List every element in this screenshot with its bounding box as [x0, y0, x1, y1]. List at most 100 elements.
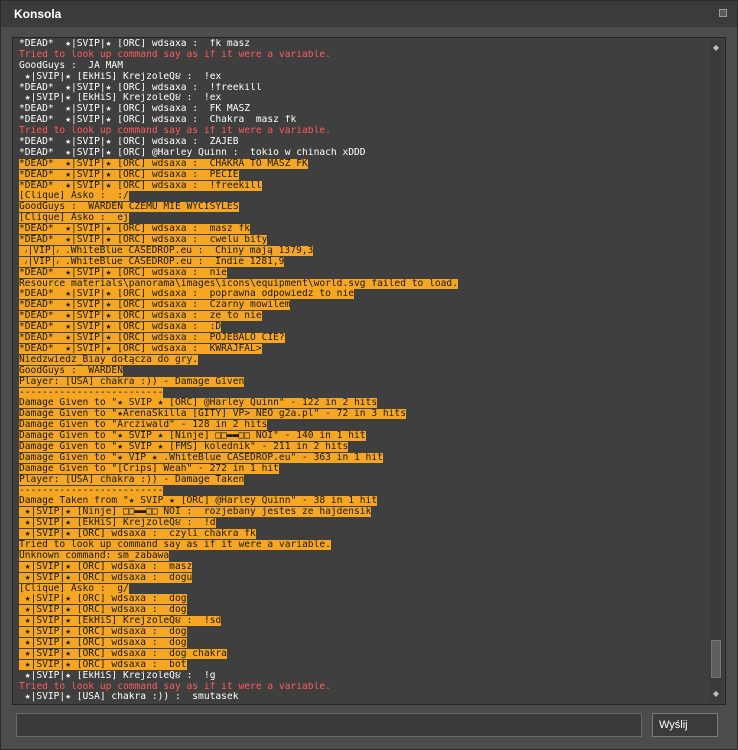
console-line: ------------------------- [19, 387, 709, 399]
console-line: Damage Given to "★ SVIP ★ [Ninje] □□▬▬□□… [19, 431, 709, 442]
console-line: Tried to look up command say as if it we… [19, 682, 709, 693]
console-line-text: *DEAD* ★|SVIP|★ [ORC] wdsaxa : !freekill [19, 180, 262, 191]
console-line: ★|SVIP|★ [ORC] wdsaxa : dog [19, 627, 709, 638]
arrow-up-icon[interactable]: ◆ [711, 43, 721, 53]
console-line-text: ★|SVIP|★ [EkHiS] KrejzoleQ૪ : !g [19, 670, 216, 681]
console-line: *DEAD* ★|SVIP|★ [ORC] wdsaxa : nie [19, 267, 709, 279]
command-input[interactable] [17, 714, 641, 736]
console-line-text: ★|SVIP|★ [ORC] wdsaxa : dog chakra [19, 648, 227, 659]
console-line-text: *DEAD* ★|SVIP|★ [ORC] wdsaxa : Czarny mo… [19, 300, 291, 311]
console-line-text: ------------------------- [19, 387, 164, 398]
console-line-text: Player: [USA] chakra :)) - Damage Taken [19, 474, 245, 485]
console-line: [Clique] Asko : ej [19, 213, 709, 224]
console-line-text: Damage Taken from "★ SVIP ★ [ORC] @Harle… [19, 496, 378, 507]
console-line: Damage Given to "★ArenaSkilla [GITY] VP>… [19, 409, 709, 420]
console-line-text: *DEAD* ★|SVIP|★ [ORC] wdsaxa : ZAJEB [19, 137, 239, 148]
console-line-text: *DEAD* ★|SVIP|★ [ORC] wdsaxa : ze to nie [19, 311, 262, 322]
console-line-text: ★|SVIP|★ [ORC] wdsaxa : dog [19, 637, 187, 648]
console-line: *DEAD* ★|SVIP|★ [ORC] wdsaxa : KWRAJFAL> [19, 343, 709, 355]
title-bar[interactable]: Konsola [1, 1, 737, 27]
console-line: *DEAD* ★|SVIP|★ [ORC] wdsaxa : :D [19, 322, 709, 333]
console-line: ៸|VIP|៸ .WhiteBlue CASEDROP.eu : Chiny m… [19, 245, 709, 257]
console-line: *DEAD* ★|SVIP|★ [ORC] wdsaxa : cwelu bit… [19, 235, 709, 246]
console-line: ★|SVIP|★ [EkHiS] KrejzoleQ૪ : !g [19, 671, 709, 682]
console-line-text: ៸|VIP|៸ .WhiteBlue CASEDROP.eu : Chiny m… [19, 245, 314, 256]
console-output[interactable]: *DEAD* ★|SVIP|★ [ORC] wdsaxa : fk masz Tr… [12, 37, 726, 705]
console-line: ★|SVIP|★ [EkHiS] KrejzoleQ૪ : !ex [19, 72, 709, 83]
console-line-text: *DEAD* ★|SVIP|★ [ORC] wdsaxa : CHAKRA TO… [19, 158, 308, 169]
console-scrollbar[interactable]: ◆ ◆ [709, 40, 723, 702]
console-line: *DEAD* ★|SVIP|★ [ORC] @Harley Quinn : to… [19, 148, 709, 159]
console-lines: *DEAD* ★|SVIP|★ [ORC] wdsaxa : fk masz Tr… [19, 39, 709, 703]
console-line-text: ★|SVIP|★ [EkHiS] KrejzoleQ૪ : !sd [19, 616, 222, 627]
scrollbar-thumb[interactable] [711, 640, 721, 678]
console-line: *DEAD* ★|SVIP|★ [ORC] wdsaxa : PECIE [19, 169, 709, 181]
console-line-text: Damage Given to "Arcziwald" - 128 in 2 h… [19, 420, 268, 431]
console-line-text: Tried to look up command say as if it we… [19, 681, 331, 692]
console-line-text: GoodGuys : JA MAM [19, 60, 123, 71]
console-line: Tried to look up command say as if it we… [19, 50, 709, 61]
console-line-text: Unknown command: sm_zabawa [19, 550, 170, 561]
console-line-text: ★|SVIP|★ [ORC] wdsaxa : masz [19, 561, 193, 572]
console-line-text: [Clique] Asko : ej [19, 213, 129, 224]
console-line: Resource materials\panorama\images\icons… [19, 278, 709, 290]
console-line-text: Damage Given to "★ SVIP ★ [ORC] @Harley … [19, 398, 378, 409]
console-line: Damage Taken from "★ SVIP ★ [ORC] @Harle… [19, 496, 709, 507]
restore-icon[interactable] [719, 9, 727, 17]
arrow-down-icon[interactable]: ◆ [711, 689, 721, 699]
console-line-text: ★|SVIP|★ [USA] chakra :)) : smutasek [19, 692, 239, 703]
console-line-text: *DEAD* ★|SVIP|★ [ORC] wdsaxa : POJEBALO … [19, 333, 285, 344]
console-line: ★|SVIP|★ [ORC] wdsaxa : dogu [19, 572, 709, 584]
console-line-text: Tried to look up command say as if it we… [19, 539, 331, 550]
console-line: *DEAD* ★|SVIP|★ [ORC] wdsaxa : !freekill [19, 83, 709, 94]
console-line: *DEAD* ★|SVIP|★ [ORC] wdsaxa : FK MASZ [19, 104, 709, 115]
console-line-text: *DEAD* ★|SVIP|★ [ORC] wdsaxa : !freekill [19, 82, 262, 93]
console-line-text: *DEAD* ★|SVIP|★ [ORC] wdsaxa : nie [19, 267, 227, 278]
console-line-text: Damage Given to "★ SVIP ★ [FMS] kolednik… [19, 441, 349, 452]
console-line-text: [Clique] Asko : g/ [19, 583, 129, 594]
console-line: GoodGuys : WARDEN [19, 365, 709, 377]
console-line: *DEAD* ★|SVIP|★ [ORC] wdsaxa : ZAJEB [19, 137, 709, 148]
console-line-text: ★|SVIP|★ [ORC] wdsaxa : dog [19, 605, 187, 616]
console-line-text: *DEAD* ★|SVIP|★ [ORC] wdsaxa : :D [19, 322, 222, 333]
console-line: ★|SVIP|★ [ORC] wdsaxa : czyli chakra fk [19, 529, 709, 540]
console-line-text: *DEAD* ★|SVIP|★ [ORC] wdsaxa : fk masz [19, 39, 251, 49]
console-line-text: ★|SVIP|★ [ORC] wdsaxa : czyli chakra fk [19, 529, 256, 540]
console-line: Tried to look up command say as if it we… [19, 126, 709, 137]
console-line: Damage Given to "★ VIP ★ .WhiteBlue CASE… [19, 452, 709, 464]
console-line: [Clique] Asko : :/ [19, 191, 709, 202]
window-title: Konsola [14, 7, 62, 21]
console-line: *DEAD* ★|SVIP|★ [ORC] wdsaxa : fk masz [19, 39, 709, 50]
console-line: ★|SVIP|★ [Ninje] □□▬▬□□ NOI : rozjebany … [19, 507, 709, 518]
console-line: Unknown command: sm_zabawa [19, 550, 709, 562]
console-line-text: ★|SVIP|★ [EkHiS] KrejzoleQ૪ : !ex [19, 93, 222, 104]
console-line: Player: [USA] chakra :)) - Damage Taken [19, 474, 709, 486]
console-line: *DEAD* ★|SVIP|★ [ORC] wdsaxa : CHAKRA TO… [19, 158, 709, 170]
console-line-text: ★|SVIP|★ [ORC] wdsaxa : dog [19, 627, 187, 638]
console-line-text: ★|SVIP|★ [ORC] wdsaxa : bot [19, 659, 187, 670]
console-line: Damage Given to "★ SVIP ★ [ORC] @Harley … [19, 398, 709, 409]
console-line-text: ★|SVIP|★ [EkHiS] KrejzoleQ૪ : !ex [19, 71, 222, 82]
console-line: *DEAD* ★|SVIP|★ [ORC] wdsaxa : Chakra ma… [19, 115, 709, 126]
console-line: ★|SVIP|★ [ORC] wdsaxa : dog [19, 637, 709, 649]
console-window: Konsola *DEAD* ★|SVIP|★ [ORC] wdsaxa : f… [0, 0, 738, 750]
console-line: *DEAD* ★|SVIP|★ [ORC] wdsaxa : ze to nie [19, 311, 709, 322]
console-line-text: *DEAD* ★|SVIP|★ [ORC] wdsaxa : cwelu bit… [19, 235, 268, 246]
console-line: ★|SVIP|★ [ORC] wdsaxa : dog chakra [19, 648, 709, 660]
console-line-text: Damage Given to "★ SVIP ★ [Ninje] □□▬▬□□… [19, 431, 366, 442]
console-line-text: Player: [USA] chakra :)) - Damage Given [19, 376, 245, 387]
console-line-text: Damage Given to "★ArenaSkilla [GITY] VP>… [19, 409, 406, 420]
console-line-text: *DEAD* ★|SVIP|★ [ORC] wdsaxa : KWRAJFAL> [19, 343, 262, 354]
console-line: ★|SVIP|★ [USA] chakra :)) : smutasek [19, 692, 709, 703]
console-line-text: ★|SVIP|★ [Ninje] □□▬▬□□ NOI : rozjebany … [19, 507, 372, 518]
console-line: ★|SVIP|★ [EkHiS] KrejzoleQ૪ : !ex [19, 93, 709, 104]
console-line: ★|SVIP|★ [EkHiS] KrejzoleQ૪ : !d [19, 518, 709, 529]
console-line: Damage Given to "Arcziwald" - 128 in 2 h… [19, 420, 709, 431]
console-line-text: Damage Given to "★ VIP ★ .WhiteBlue CASE… [19, 452, 383, 463]
console-line-text: [Clique] Asko : :/ [19, 191, 129, 202]
console-line-text: *DEAD* ★|SVIP|★ [ORC] wdsaxa : Chakra ma… [19, 115, 297, 126]
console-line: [Clique] Asko : g/ [19, 583, 709, 595]
console-line-text: Damage Given to "[Crips] Weah" - 272 in … [19, 463, 279, 474]
console-line: *DEAD* ★|SVIP|★ [ORC] wdsaxa : poprawna … [19, 289, 709, 300]
send-button[interactable]: Wyślij [652, 713, 718, 737]
